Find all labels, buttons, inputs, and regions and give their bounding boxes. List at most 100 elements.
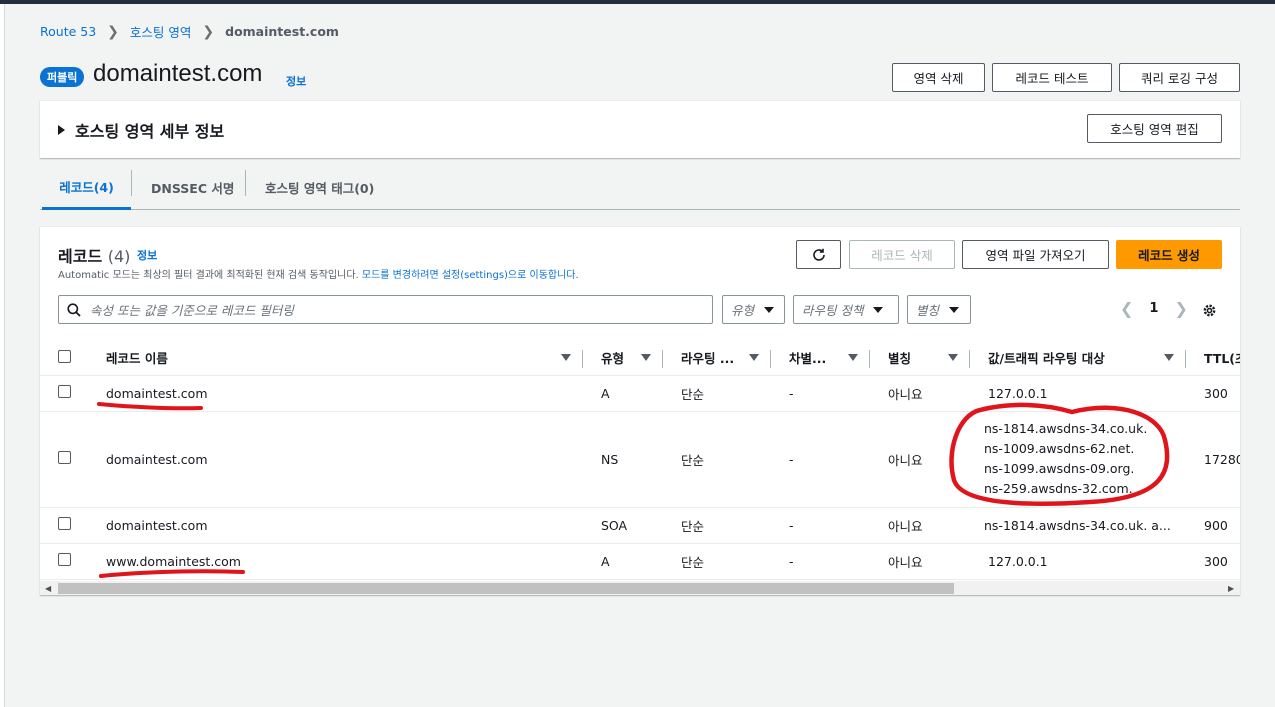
record-routing: 단순 (663, 411, 771, 508)
records-title: 레코드 (4) (58, 243, 130, 267)
type-filter-select[interactable]: 유형 (722, 295, 785, 324)
table-row[interactable]: domaintest.com A 단순 - 아니요 127.0.0.1 300 (40, 375, 1240, 412)
record-name[interactable]: www.domaintest.com (92, 543, 583, 580)
info-link[interactable]: 정보 (286, 73, 306, 89)
sort-icon[interactable] (749, 354, 759, 362)
row-checkbox[interactable] (58, 385, 71, 398)
routing-policy-filter-select[interactable]: 라우팅 정책 (793, 295, 899, 324)
table-row[interactable]: www.domaintest.com A 단순 - 아니요 127.0.0.1 … (40, 543, 1240, 580)
record-type: NS (583, 411, 663, 508)
refresh-button[interactable] (796, 240, 841, 269)
tab-records[interactable]: 레코드(4) (42, 166, 131, 210)
record-differentiator: - (771, 507, 870, 544)
page-title: domaintest.com (93, 60, 263, 87)
row-checkbox[interactable] (58, 451, 71, 464)
breadcrumb-current: domaintest.com (225, 24, 339, 39)
sort-icon[interactable] (561, 354, 571, 362)
record-name[interactable]: domaintest.com (92, 411, 583, 508)
sort-icon[interactable] (948, 354, 958, 362)
tab-tags[interactable]: 호스팅 영역 태그(0) (265, 166, 374, 209)
record-routing: 단순 (663, 507, 771, 544)
page-number[interactable]: 1 (1149, 301, 1158, 316)
details-toggle[interactable]: 호스팅 영역 세부 정보 (58, 118, 224, 142)
caret-down-icon (873, 306, 884, 313)
record-routing: 단순 (663, 543, 771, 580)
select-all-checkbox[interactable] (58, 349, 71, 363)
filter-input[interactable]: 속성 또는 값을 기준으로 레코드 필터링 (58, 295, 713, 324)
record-name[interactable]: domaintest.com (92, 507, 583, 544)
ns-value-line: ns-1814.awsdns-34.co.uk. (984, 421, 1148, 436)
ns-value-line: ns-259.awsdns-32.com. (984, 481, 1133, 496)
chevron-right-icon: ❯ (202, 23, 215, 40)
record-name[interactable]: domaintest.com (92, 375, 583, 412)
delete-zone-button[interactable]: 영역 삭제 (892, 63, 985, 92)
ns-value-line: ns-1009.awsdns-62.net. (984, 441, 1135, 456)
record-ttl: 300 (1186, 543, 1240, 580)
record-ttl: 900 (1186, 507, 1240, 544)
query-logging-button[interactable]: 쿼리 로깅 구성 (1119, 63, 1240, 92)
search-icon (67, 302, 81, 317)
breadcrumb: Route 53 ❯ 호스팅 영역 ❯ domaintest.com (40, 22, 339, 41)
breadcrumb-hosted-zones[interactable]: 호스팅 영역 (130, 22, 191, 41)
horizontal-scrollbar[interactable]: ◀ ▶ (40, 581, 1240, 595)
row-checkbox[interactable] (58, 553, 71, 566)
record-value: 127.0.0.1 (970, 375, 1186, 412)
record-value: ns-1814.awsdns-34.co.uk. a... (970, 507, 1186, 544)
alias-filter-label: 별칭 (916, 303, 940, 318)
record-alias: 아니요 (870, 411, 970, 508)
records-info-link[interactable]: 정보 (137, 247, 157, 263)
records-panel: 레코드 (4) 정보 Automatic 모드는 최상의 필터 결과에 최적화된… (40, 226, 1240, 595)
tab-dnssec[interactable]: DNSSEC 서명 (151, 166, 234, 209)
settings-gear-icon[interactable] (1202, 303, 1217, 318)
records-table-wrap: 레코드 이름 유형 라우팅 ... 차별... 별칭 값/트래픽 라우팅 대상 … (40, 341, 1240, 581)
tab-bar: 레코드(4) DNSSEC 서명 호스팅 영역 태그(0) (40, 166, 1240, 210)
col-header-type[interactable]: 유형 (601, 348, 624, 367)
records-title-text: 레코드 (58, 247, 103, 266)
record-alias: 아니요 (870, 375, 970, 412)
alias-filter-select[interactable]: 별칭 (907, 295, 971, 324)
table-header-row: 레코드 이름 유형 라우팅 ... 차별... 별칭 값/트래픽 라우팅 대상 … (40, 341, 1240, 376)
breadcrumb-route53[interactable]: Route 53 (40, 24, 96, 39)
prev-page-icon[interactable]: ❮ (1120, 299, 1133, 318)
record-ttl: 17280 (1186, 411, 1240, 508)
record-alias: 아니요 (870, 543, 970, 580)
top-nav-bar (0, 0, 1275, 4)
settings-link[interactable]: 모드를 변경하려면 설정(settings)으로 이동합니다. (362, 270, 579, 281)
test-record-button[interactable]: 레코드 테스트 (992, 63, 1112, 92)
details-title: 호스팅 영역 세부 정보 (75, 122, 225, 141)
col-header-name[interactable]: 레코드 이름 (106, 348, 168, 367)
table-row[interactable]: domaintest.com NS 단순 - 아니요 ns-1814.awsdn… (40, 411, 1240, 508)
record-ttl: 300 (1186, 375, 1240, 412)
next-page-icon[interactable]: ❯ (1174, 299, 1187, 318)
import-zone-file-button[interactable]: 영역 파일 가져오기 (962, 240, 1109, 269)
col-header-value[interactable]: 값/트래픽 라우팅 대상 (988, 348, 1105, 367)
filter-placeholder: 속성 또는 값을 기준으로 레코드 필터링 (90, 303, 294, 318)
type-filter-label: 유형 (731, 303, 755, 318)
sort-icon[interactable] (641, 354, 651, 362)
col-header-ttl[interactable]: TTL(초 (1204, 351, 1240, 366)
record-differentiator: - (771, 411, 870, 508)
record-value: ns-1814.awsdns-34.co.uk. ns-1009.awsdns-… (970, 411, 1186, 508)
record-type: SOA (583, 507, 663, 544)
caret-right-icon (58, 125, 65, 135)
scroll-right-icon[interactable]: ▶ (1228, 584, 1234, 593)
records-description: Automatic 모드는 최상의 필터 결과에 최적화된 현재 검색 동작입니… (58, 266, 579, 281)
scroll-thumb[interactable] (58, 583, 954, 594)
records-table: 레코드 이름 유형 라우팅 ... 차별... 별칭 값/트래픽 라우팅 대상 … (40, 341, 1240, 580)
hosted-zone-details-panel: 호스팅 영역 세부 정보 호스팅 영역 편집 (40, 100, 1240, 158)
delete-record-button[interactable]: 레코드 삭제 (849, 240, 955, 269)
create-record-button[interactable]: 레코드 생성 (1116, 240, 1222, 269)
col-header-routing[interactable]: 라우팅 ... (681, 348, 734, 367)
records-desc-text: Automatic 모드는 최상의 필터 결과에 최적화된 현재 검색 동작입니… (58, 270, 359, 281)
sort-icon[interactable] (848, 354, 858, 362)
caret-down-icon (949, 306, 960, 313)
scroll-left-icon[interactable]: ◀ (45, 584, 51, 593)
sort-icon[interactable] (1164, 354, 1174, 362)
row-checkbox[interactable] (58, 517, 71, 530)
ns-value-line: ns-1099.awsdns-09.org. (984, 461, 1135, 476)
col-header-alias[interactable]: 별칭 (888, 348, 911, 367)
table-row[interactable]: domaintest.com SOA 단순 - 아니요 ns-1814.awsd… (40, 507, 1240, 544)
edit-hosted-zone-button[interactable]: 호스팅 영역 편집 (1087, 114, 1222, 143)
pagination: ❮ 1 ❯ (1120, 299, 1188, 318)
col-header-differentiator[interactable]: 차별... (789, 348, 826, 367)
